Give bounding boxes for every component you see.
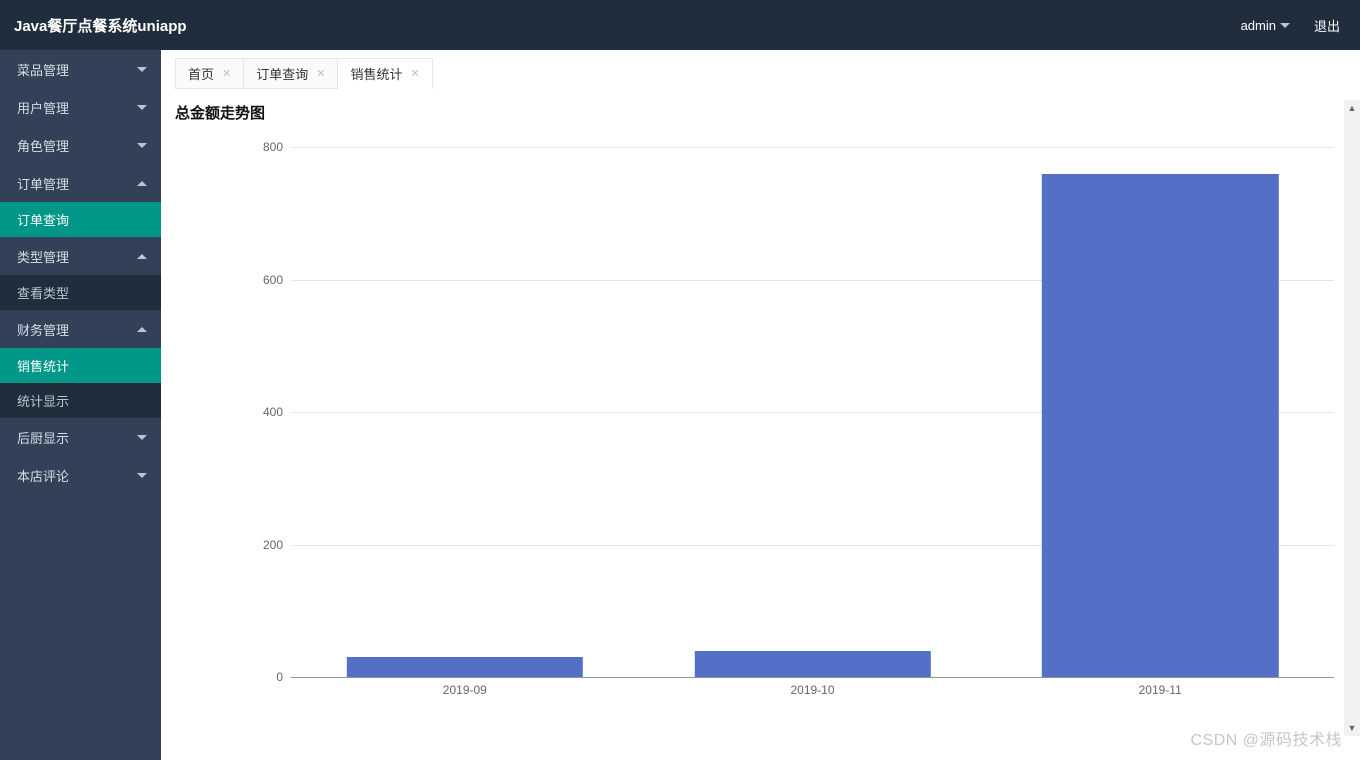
sidebar-group[interactable]: 财务管理 [0, 310, 161, 348]
sidebar-group-label: 本店评论 [17, 466, 69, 485]
tab[interactable]: 订单查询 ✕ [244, 58, 338, 89]
tab-label: 订单查询 [256, 64, 308, 83]
bar-slot: 2019-09 [291, 147, 639, 677]
sidebar-group[interactable]: 后厨显示 [0, 418, 161, 456]
chevron-down-icon [137, 143, 147, 148]
vertical-scrollbar[interactable]: ▲ [1344, 100, 1360, 720]
chevron-up-icon [137, 254, 147, 259]
bars-container: 2019-092019-102019-11 [291, 147, 1334, 677]
y-axis-label: 0 [276, 670, 283, 684]
chart-plot: 2019-092019-102019-11 [291, 147, 1334, 677]
page-title: 总金额走势图 [175, 102, 1346, 123]
grid-line [291, 677, 1334, 678]
tab-label: 销售统计 [350, 64, 402, 83]
bar[interactable] [1042, 174, 1278, 678]
chevron-down-icon [137, 435, 147, 440]
sidebar-item[interactable]: 查看类型 [0, 275, 161, 310]
bar-slot: 2019-10 [639, 147, 987, 677]
logout-link[interactable]: 退出 [1314, 16, 1340, 35]
close-icon[interactable]: ✕ [222, 67, 231, 80]
chevron-down-icon [137, 105, 147, 110]
tab-bar: 首页 ✕ 订单查询 ✕ 销售统计 ✕ [161, 50, 1360, 92]
sidebar-group-label: 财务管理 [17, 320, 69, 339]
sidebar-group-label: 角色管理 [17, 136, 69, 155]
sidebar-group[interactable]: 用户管理 [0, 88, 161, 126]
sidebar-item[interactable]: 统计显示 [0, 383, 161, 418]
sidebar-group[interactable]: 本店评论 [0, 456, 161, 494]
sidebar-item[interactable]: 订单查询 [0, 202, 161, 237]
sidebar-group[interactable]: 类型管理 [0, 237, 161, 275]
x-axis-label: 2019-09 [443, 683, 487, 697]
user-name: admin [1241, 18, 1276, 33]
sidebar-group-label: 用户管理 [17, 98, 69, 117]
x-axis-label: 2019-10 [790, 683, 834, 697]
y-axis-label: 400 [263, 405, 283, 419]
y-axis-label: 800 [263, 140, 283, 154]
sidebar: 菜品管理用户管理角色管理订单管理订单查询类型管理查看类型财务管理销售统计统计显示… [0, 50, 161, 760]
user-menu[interactable]: admin [1241, 18, 1290, 33]
bar-slot: 2019-11 [986, 147, 1334, 677]
y-axis-label: 200 [263, 538, 283, 552]
bar[interactable] [694, 651, 930, 678]
chart-container: 2019-092019-102019-11 0200400600800 [175, 139, 1346, 709]
main-area: 首页✕订单查询✕销售统计✕ 总金额走势图 2019-092019-102019-… [161, 50, 1360, 760]
sidebar-group-label: 菜品管理 [17, 60, 69, 79]
sidebar-group[interactable]: 角色管理 [0, 126, 161, 164]
chevron-down-icon [137, 473, 147, 478]
scroll-up-icon[interactable]: ▲ [1344, 100, 1360, 116]
bar[interactable] [347, 657, 583, 677]
chevron-up-icon [137, 327, 147, 332]
chevron-down-icon [137, 67, 147, 72]
sidebar-item[interactable]: 销售统计 [0, 348, 161, 383]
x-axis-label: 2019-11 [1139, 683, 1182, 697]
y-axis-label: 600 [263, 273, 283, 287]
sidebar-group[interactable]: 菜品管理 [0, 50, 161, 88]
app-header: Java餐厅点餐系统uniapp admin 退出 [0, 0, 1360, 50]
close-icon[interactable]: ✕ [316, 67, 325, 80]
content: 总金额走势图 2019-092019-102019-11 02004006008… [161, 92, 1360, 760]
tab-label: 首页 [188, 64, 214, 83]
sidebar-group-label: 后厨显示 [17, 428, 69, 447]
sidebar-group-label: 订单管理 [17, 174, 69, 193]
chevron-up-icon [137, 181, 147, 186]
tab[interactable]: 销售统计 ✕ [338, 58, 432, 89]
header-right: admin 退出 [1241, 16, 1340, 35]
sidebar-group[interactable]: 订单管理 [0, 164, 161, 202]
scroll-down-icon[interactable]: ▼ [1344, 720, 1360, 736]
tab[interactable]: 首页 ✕ [175, 58, 244, 89]
chevron-down-icon [1280, 23, 1290, 28]
app-title: Java餐厅点餐系统uniapp [14, 15, 187, 36]
close-icon[interactable]: ✕ [410, 67, 419, 80]
sidebar-group-label: 类型管理 [17, 247, 69, 266]
